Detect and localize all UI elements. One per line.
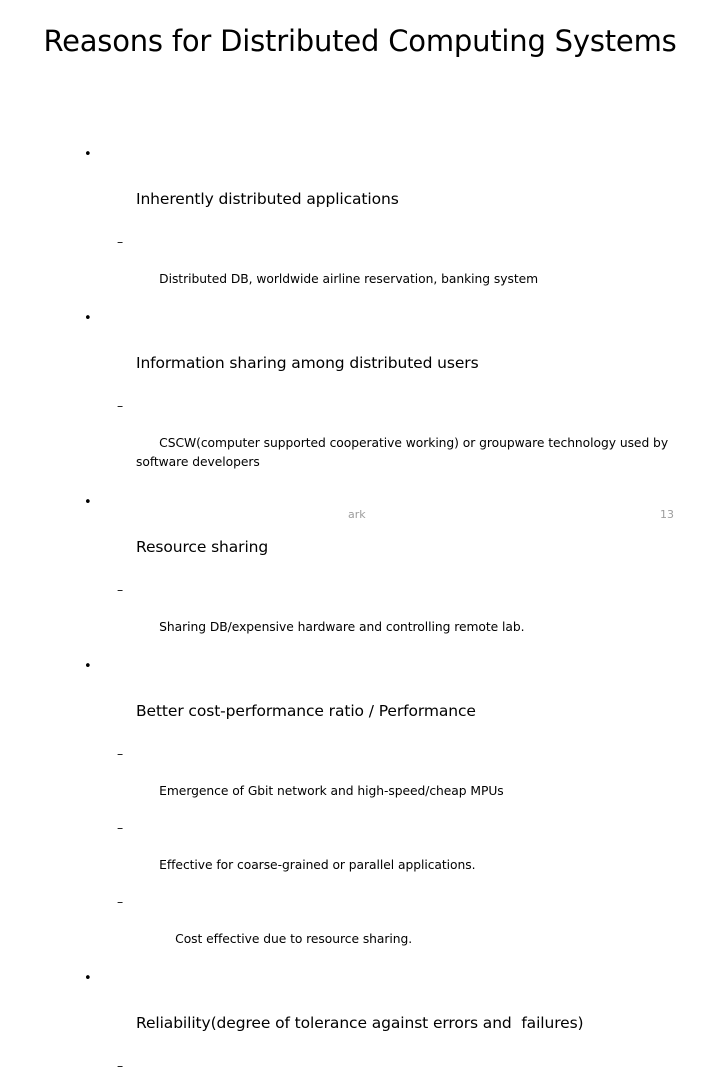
sub-list-item: – Effective for coarse-grained or parall… (0, 819, 720, 893)
sub-list-item: – Emergence of Gbit network and high-spe… (0, 745, 720, 819)
sub-list-item: – Cost effective due to resource sharing… (0, 893, 720, 967)
footer-note: ark (348, 508, 366, 522)
list-item-label: Information sharing among distributed us… (136, 354, 479, 372)
list-item: • Reliability(degree of tolerance agains… (0, 968, 720, 1056)
list-item: • Information sharing among distributed … (0, 308, 720, 396)
dash-icon: – (117, 233, 123, 252)
dash-icon: – (117, 397, 123, 416)
list-item-label: Reliability(degree of tolerance against … (136, 1014, 584, 1032)
dash-icon: – (117, 893, 123, 912)
sub-list-item: – Non-stopping (availability) and voting… (0, 1057, 720, 1080)
list-item-label: Better cost-performance ratio / Performa… (136, 702, 476, 720)
page-title: Reasons for Distributed Computing System… (36, 24, 684, 59)
sub-list-item-label: Sharing DB/expensive hardware and contro… (159, 620, 524, 634)
list-item-label: Inherently distributed applications (136, 190, 399, 208)
page-number: 13 (660, 508, 674, 522)
dash-icon: – (117, 819, 123, 838)
slide: Reasons for Distributed Computing System… (0, 0, 720, 540)
sub-list-item-label: CSCW(computer supported cooperative work… (136, 436, 672, 469)
bullet-icon: • (84, 968, 92, 990)
dash-icon: – (117, 1057, 123, 1076)
sub-list-item-label: Effective for coarse-grained or parallel… (159, 858, 475, 872)
dash-icon: – (117, 745, 123, 764)
sub-list-item-label: Cost effective due to resource sharing. (175, 932, 412, 946)
dash-icon: – (117, 581, 123, 600)
bullet-icon: • (84, 656, 92, 678)
list-item: • Better cost-performance ratio / Perfor… (0, 656, 720, 744)
bullet-icon: • (84, 492, 92, 514)
bullet-icon: • (84, 144, 92, 166)
sub-list-item: – Distributed DB, worldwide airline rese… (0, 233, 720, 307)
list-item: • Inherently distributed applications (0, 144, 720, 232)
bullet-icon: • (84, 308, 92, 330)
sub-list-item: – CSCW(computer supported cooperative wo… (0, 397, 720, 490)
sub-list-item-label: Distributed DB, worldwide airline reserv… (159, 272, 538, 286)
sub-list-item-label: Emergence of Gbit network and high-speed… (159, 784, 503, 798)
sub-list-item: – Sharing DB/expensive hardware and cont… (0, 581, 720, 655)
slide-body: • Inherently distributed applications – … (0, 144, 720, 1080)
list-item: • Resource sharing (0, 492, 720, 580)
list-item-label: Resource sharing (136, 538, 268, 556)
